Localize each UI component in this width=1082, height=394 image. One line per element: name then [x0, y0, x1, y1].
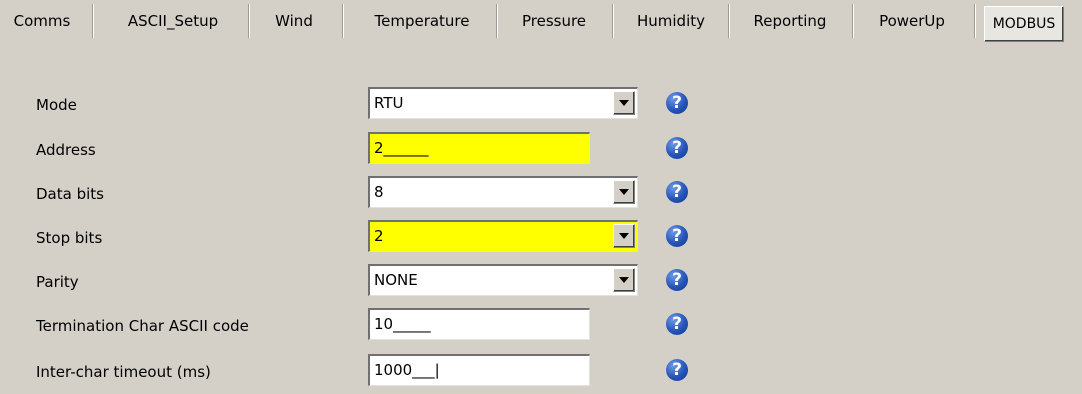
data-bits-value: 8	[374, 183, 384, 201]
tab-ascii-setup[interactable]: ASCII_Setup	[98, 0, 248, 42]
tab-pressure[interactable]: Pressure	[502, 0, 606, 42]
stop-bits-value: 2	[374, 227, 384, 245]
mode-dropdown-button[interactable]	[613, 91, 635, 115]
data-bits-dropdown-button[interactable]	[613, 180, 635, 204]
data-bits-label: Data bits	[36, 185, 104, 203]
tab-comms[interactable]: Comms	[0, 0, 84, 42]
stop-bits-label: Stop bits	[36, 229, 103, 247]
mode-select[interactable]: RTU	[368, 87, 638, 119]
form-row-stop-bits: Stop bits 2 ?	[0, 218, 1082, 258]
tab-temperature[interactable]: Temperature	[348, 0, 496, 42]
tab-separator	[728, 4, 729, 38]
form-row-data-bits: Data bits 8 ?	[0, 174, 1082, 214]
form-row-address: Address 2______ ?	[0, 130, 1082, 170]
inter-char-timeout-label: Inter-char timeout (ms)	[36, 363, 211, 381]
parity-label: Parity	[36, 273, 79, 291]
tab-separator	[248, 4, 249, 38]
inter-char-timeout-value: 1000___|	[374, 361, 440, 379]
tab-bar: Comms ASCII_Setup Wind Temperature Press…	[0, 0, 1082, 44]
mode-value: RTU	[374, 94, 404, 112]
stop-bits-select[interactable]: 2	[368, 220, 638, 252]
parity-select[interactable]: NONE	[368, 264, 638, 296]
form-row-mode: Mode RTU ?	[0, 85, 1082, 125]
tab-humidity[interactable]: Humidity	[618, 0, 724, 42]
tab-separator	[974, 4, 975, 38]
tab-powerup[interactable]: PowerUp	[858, 0, 966, 42]
tab-separator	[92, 4, 93, 38]
address-input[interactable]: 2______	[368, 132, 590, 164]
address-value: 2______	[374, 139, 429, 157]
tab-reporting[interactable]: Reporting	[734, 0, 846, 42]
help-icon[interactable]: ?	[666, 137, 688, 159]
termination-char-value: 10_____	[374, 315, 431, 333]
tab-separator	[852, 4, 853, 38]
form-row-inter-char-timeout: Inter-char timeout (ms) 1000___| ?	[0, 352, 1082, 392]
help-icon[interactable]: ?	[666, 269, 688, 291]
data-bits-select[interactable]: 8	[368, 176, 638, 208]
tab-separator	[342, 4, 343, 38]
help-icon[interactable]: ?	[666, 359, 688, 381]
parity-dropdown-button[interactable]	[613, 268, 635, 292]
help-icon[interactable]: ?	[666, 313, 688, 335]
form-row-parity: Parity NONE ?	[0, 262, 1082, 302]
tab-modbus[interactable]: MODBUS	[984, 6, 1064, 42]
stop-bits-dropdown-button[interactable]	[613, 224, 635, 248]
help-icon[interactable]: ?	[666, 92, 688, 114]
tab-separator	[496, 4, 497, 38]
parity-value: NONE	[374, 271, 418, 289]
tab-wind[interactable]: Wind	[254, 0, 334, 42]
form-row-termination-char: Termination Char ASCII code 10_____ ?	[0, 306, 1082, 346]
inter-char-timeout-input[interactable]: 1000___|	[368, 354, 590, 386]
termination-char-input[interactable]: 10_____	[368, 308, 590, 340]
termination-char-label: Termination Char ASCII code	[36, 317, 249, 335]
help-icon[interactable]: ?	[666, 181, 688, 203]
help-icon[interactable]: ?	[666, 225, 688, 247]
tab-separator	[612, 4, 613, 38]
mode-label: Mode	[36, 96, 77, 114]
address-label: Address	[36, 141, 96, 159]
